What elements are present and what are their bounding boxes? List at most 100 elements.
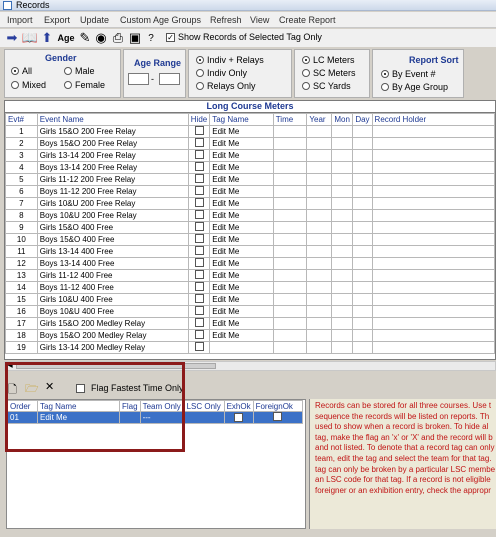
menu-view[interactable]: View xyxy=(250,15,269,25)
hide-cell[interactable] xyxy=(187,341,211,354)
hide-checkbox[interactable] xyxy=(194,174,204,183)
mon-cell[interactable] xyxy=(331,221,354,234)
radio-icon[interactable] xyxy=(302,82,310,90)
day-cell[interactable] xyxy=(352,269,373,282)
evt-cell[interactable]: 17 xyxy=(5,317,38,330)
record-row[interactable]: 9 Girls 15&O 400 Free Edit Me xyxy=(5,221,495,234)
time-cell[interactable] xyxy=(272,185,308,198)
year-cell[interactable] xyxy=(306,329,333,342)
hide-cell[interactable] xyxy=(187,149,211,162)
mon-cell[interactable] xyxy=(331,293,354,306)
mon-cell[interactable] xyxy=(331,137,354,150)
tag-lsc-cell[interactable] xyxy=(183,411,225,424)
book-icon[interactable]: 📖 xyxy=(21,30,39,46)
time-cell[interactable] xyxy=(272,245,308,258)
hide-cell[interactable] xyxy=(187,185,211,198)
event-name-cell[interactable]: Girls 13-14 200 Free Relay xyxy=(36,149,189,162)
hide-checkbox[interactable] xyxy=(194,138,204,147)
exhok-cell[interactable]: ✓ xyxy=(223,411,254,424)
tag-name-cell[interactable]: Edit Me xyxy=(209,197,274,210)
age-from-input[interactable] xyxy=(128,73,149,85)
time-cell[interactable] xyxy=(272,281,308,294)
radio-icon[interactable] xyxy=(302,69,310,77)
year-cell[interactable] xyxy=(306,293,333,306)
hide-cell[interactable] xyxy=(187,293,211,306)
year-cell[interactable] xyxy=(306,281,333,294)
hide-checkbox[interactable] xyxy=(194,150,204,159)
record-row[interactable]: 18 Boys 15&O 200 Medley Relay Edit Me xyxy=(5,329,495,342)
year-cell[interactable] xyxy=(306,209,333,222)
lc-meters-option[interactable]: LC Meters xyxy=(302,55,355,65)
year-cell[interactable] xyxy=(306,197,333,210)
record-holder-cell[interactable] xyxy=(371,269,495,282)
col-year[interactable]: Year xyxy=(306,113,333,126)
menu-create-report[interactable]: Create Report xyxy=(279,15,336,25)
evt-cell[interactable]: 5 xyxy=(5,173,38,186)
evt-cell[interactable]: 3 xyxy=(5,149,38,162)
year-cell[interactable] xyxy=(306,257,333,270)
radio-icon[interactable] xyxy=(11,67,19,75)
record-holder-cell[interactable] xyxy=(371,341,495,354)
event-name-cell[interactable]: Girls 15&O 400 Free xyxy=(36,221,189,234)
mon-cell[interactable] xyxy=(331,233,354,246)
year-cell[interactable] xyxy=(306,317,333,330)
day-cell[interactable] xyxy=(352,149,373,162)
day-cell[interactable] xyxy=(352,317,373,330)
hide-checkbox[interactable] xyxy=(194,246,204,255)
hide-checkbox[interactable] xyxy=(194,210,204,219)
event-name-cell[interactable]: Boys 10&U 200 Free Relay xyxy=(36,209,189,222)
event-name-cell[interactable]: Boys 13-14 200 Free Relay xyxy=(36,161,189,174)
evt-cell[interactable]: 11 xyxy=(5,245,38,258)
tag-name-cell[interactable]: Edit Me xyxy=(209,149,274,162)
show-records-selected-tag-toggle[interactable]: ✓ Show Records of Selected Tag Only xyxy=(166,32,322,42)
record-holder-cell[interactable] xyxy=(371,221,495,234)
tag-name-cell[interactable]: Edit Me xyxy=(209,185,274,198)
year-cell[interactable] xyxy=(306,137,333,150)
evt-cell[interactable]: 7 xyxy=(5,197,38,210)
evt-cell[interactable]: 12 xyxy=(5,257,38,270)
mon-cell[interactable] xyxy=(331,161,354,174)
menu-update[interactable]: Update xyxy=(80,15,109,25)
day-cell[interactable] xyxy=(352,221,373,234)
hide-cell[interactable] xyxy=(187,173,211,186)
hide-checkbox[interactable] xyxy=(194,222,204,231)
day-cell[interactable] xyxy=(352,161,373,174)
event-name-cell[interactable]: Girls 10&U 400 Free xyxy=(36,293,189,306)
event-name-cell[interactable]: Boys 10&U 400 Free xyxy=(36,305,189,318)
col-mon[interactable]: Mon xyxy=(331,113,354,126)
hide-checkbox[interactable] xyxy=(194,186,204,195)
evt-cell[interactable]: 18 xyxy=(5,329,38,342)
time-cell[interactable] xyxy=(272,221,308,234)
hide-cell[interactable] xyxy=(187,305,211,318)
hide-cell[interactable] xyxy=(187,137,211,150)
year-cell[interactable] xyxy=(306,125,333,138)
day-cell[interactable] xyxy=(352,281,373,294)
hide-checkbox[interactable] xyxy=(194,198,204,207)
arrow-right-icon[interactable]: ➡ xyxy=(3,30,21,46)
age-to-input[interactable] xyxy=(159,73,180,85)
time-cell[interactable] xyxy=(272,233,308,246)
radio-icon[interactable] xyxy=(196,56,204,64)
time-cell[interactable] xyxy=(272,317,308,330)
record-row[interactable]: 13 Girls 11-12 400 Free Edit Me xyxy=(5,269,495,282)
year-cell[interactable] xyxy=(306,185,333,198)
sc-meters-option[interactable]: SC Meters xyxy=(302,68,356,78)
foreignok-cell[interactable] xyxy=(252,411,303,424)
hide-cell[interactable] xyxy=(187,281,211,294)
event-name-cell[interactable]: Girls 13-14 400 Free xyxy=(36,245,189,258)
tag-name-cell[interactable]: Edit Me xyxy=(209,173,274,186)
hide-checkbox[interactable] xyxy=(194,258,204,267)
tag-name-cell[interactable]: Edit Me xyxy=(209,221,274,234)
col-lsc-only[interactable]: LSC Only xyxy=(183,400,225,412)
radio-icon[interactable] xyxy=(381,83,389,91)
day-cell[interactable] xyxy=(352,197,373,210)
menu-export[interactable]: Export xyxy=(44,15,70,25)
gender-female-option[interactable]: Female xyxy=(64,80,105,90)
year-cell[interactable] xyxy=(306,221,333,234)
evt-cell[interactable]: 10 xyxy=(5,233,38,246)
col-day[interactable]: Day xyxy=(352,113,373,126)
menu-import[interactable]: Import xyxy=(7,15,33,25)
time-cell[interactable] xyxy=(272,269,308,282)
relays-only-option[interactable]: Relays Only xyxy=(196,81,256,91)
evt-cell[interactable]: 8 xyxy=(5,209,38,222)
